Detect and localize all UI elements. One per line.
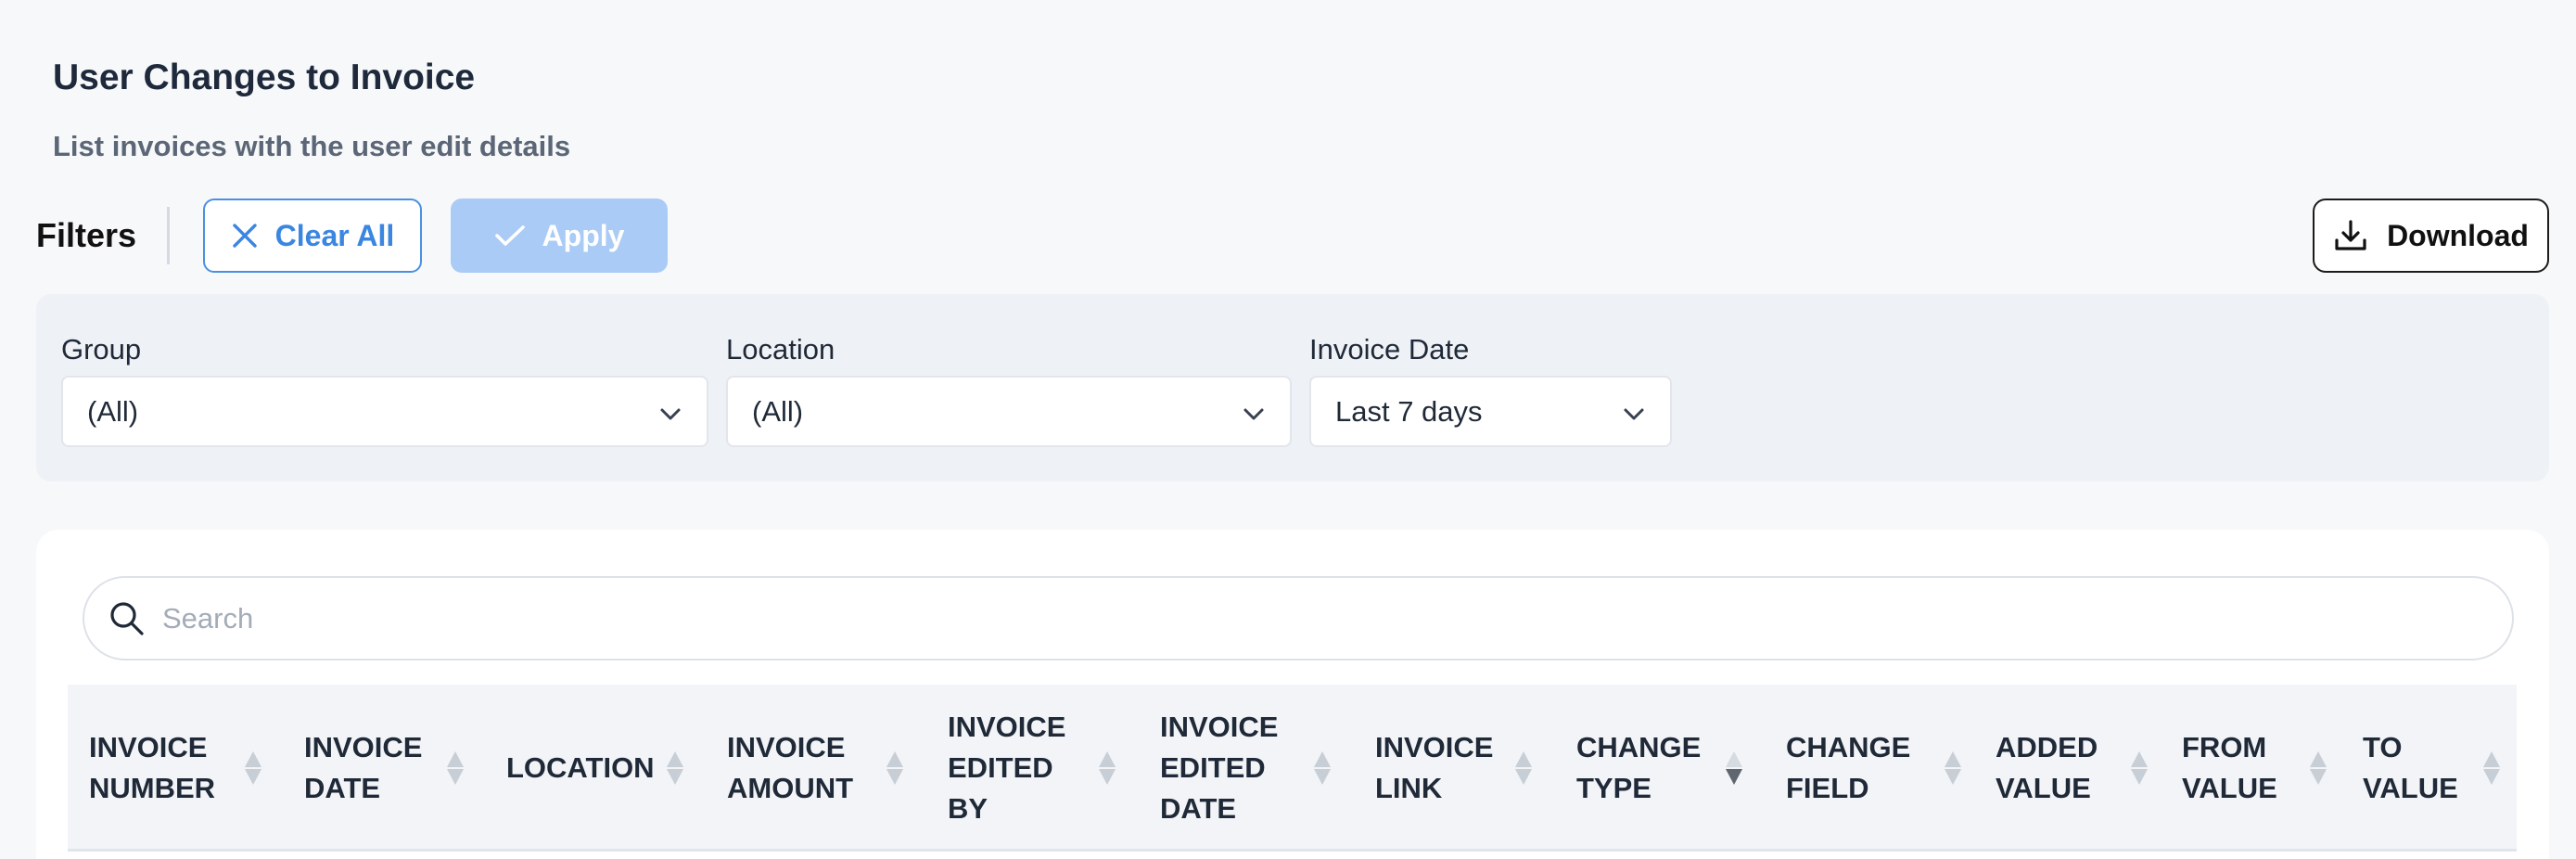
column-header-label: INVOICE AMOUNT (727, 731, 854, 804)
page-subtitle: List invoices with the user edit details (53, 130, 571, 162)
group-select[interactable]: (All) (61, 376, 708, 447)
group-filter-label: Group (61, 333, 142, 365)
invoice-date-filter-label: Invoice Date (1309, 333, 1470, 365)
column-header-label: ADDED VALUE (1996, 731, 2098, 804)
apply-button[interactable]: Apply (451, 199, 668, 273)
download-label: Download (2387, 218, 2529, 252)
column-header-label: INVOICE EDITED BY (948, 711, 1066, 825)
clear-all-label: Clear All (274, 218, 395, 252)
chevron-down-icon (1242, 400, 1266, 433)
column-header-location[interactable]: LOCATION (506, 685, 655, 852)
sort-desc-icon[interactable] (1723, 750, 1745, 787)
column-header-label: INVOICE DATE (304, 731, 423, 804)
sort-icon[interactable] (884, 750, 906, 787)
sort-icon[interactable] (242, 750, 264, 787)
column-header-change-field[interactable]: CHANGE FIELD (1786, 685, 1910, 852)
chevron-down-icon (658, 400, 682, 433)
invoice-date-select-value: Last 7 days (1335, 394, 1483, 428)
location-select[interactable]: (All) (726, 376, 1292, 447)
column-header-invoice-edited-by[interactable]: INVOICE EDITED BY (948, 685, 1065, 852)
chevron-down-icon (1622, 400, 1646, 433)
filters-label: Filters (36, 216, 137, 254)
column-header-from-value[interactable]: FROM VALUE (2182, 685, 2277, 852)
column-header-invoice-date[interactable]: INVOICE DATE (304, 685, 422, 852)
search-icon (108, 600, 146, 637)
column-header-label: TO VALUE (2363, 731, 2458, 804)
column-header-added-value[interactable]: ADDED VALUE (1996, 685, 2098, 852)
table-header: INVOICE NUMBER INVOICE DATE LOCATION INV… (68, 685, 2517, 852)
column-header-label: FROM VALUE (2182, 731, 2277, 804)
download-icon (2333, 218, 2368, 253)
column-header-label: INVOICE LINK (1375, 731, 1494, 804)
check-icon (494, 224, 526, 248)
invoice-date-select[interactable]: Last 7 days (1309, 376, 1672, 447)
toolbar-divider (167, 207, 170, 264)
column-header-invoice-amount[interactable]: INVOICE AMOUNT (727, 685, 853, 852)
column-header-invoice-link[interactable]: INVOICE LINK (1375, 685, 1493, 852)
apply-label: Apply (542, 218, 625, 252)
sort-icon[interactable] (664, 750, 686, 787)
column-header-to-value[interactable]: TO VALUE (2363, 685, 2458, 852)
sort-icon[interactable] (1942, 750, 1964, 787)
page-title: User Changes to Invoice (53, 58, 476, 97)
group-select-value: (All) (87, 394, 139, 428)
location-select-value: (All) (752, 394, 804, 428)
column-header-label: INVOICE EDITED DATE (1160, 711, 1279, 825)
location-filter-label: Location (726, 333, 835, 365)
column-header-change-type[interactable]: CHANGE TYPE (1576, 685, 1701, 852)
sort-icon[interactable] (1311, 750, 1333, 787)
column-header-label: CHANGE TYPE (1576, 731, 1702, 804)
clear-all-button[interactable]: Clear All (203, 199, 422, 273)
sort-icon[interactable] (2480, 750, 2503, 787)
sort-icon[interactable] (1512, 750, 1535, 787)
column-header-label: INVOICE NUMBER (89, 731, 216, 804)
column-header-invoice-edited-date[interactable]: INVOICE EDITED DATE (1160, 685, 1278, 852)
page: User Changes to Invoice List invoices wi… (0, 0, 2576, 859)
close-icon (231, 222, 259, 250)
download-button[interactable]: Download (2313, 199, 2549, 273)
sort-icon[interactable] (444, 750, 466, 787)
sort-icon[interactable] (1096, 750, 1118, 787)
sort-icon[interactable] (2128, 750, 2150, 787)
search-box[interactable] (83, 576, 2514, 660)
column-header-invoice-number[interactable]: INVOICE NUMBER (89, 685, 215, 852)
sort-icon[interactable] (2307, 750, 2329, 787)
column-header-label: CHANGE FIELD (1786, 731, 1911, 804)
column-header-label: LOCATION (506, 751, 655, 784)
search-input[interactable] (162, 601, 2388, 635)
